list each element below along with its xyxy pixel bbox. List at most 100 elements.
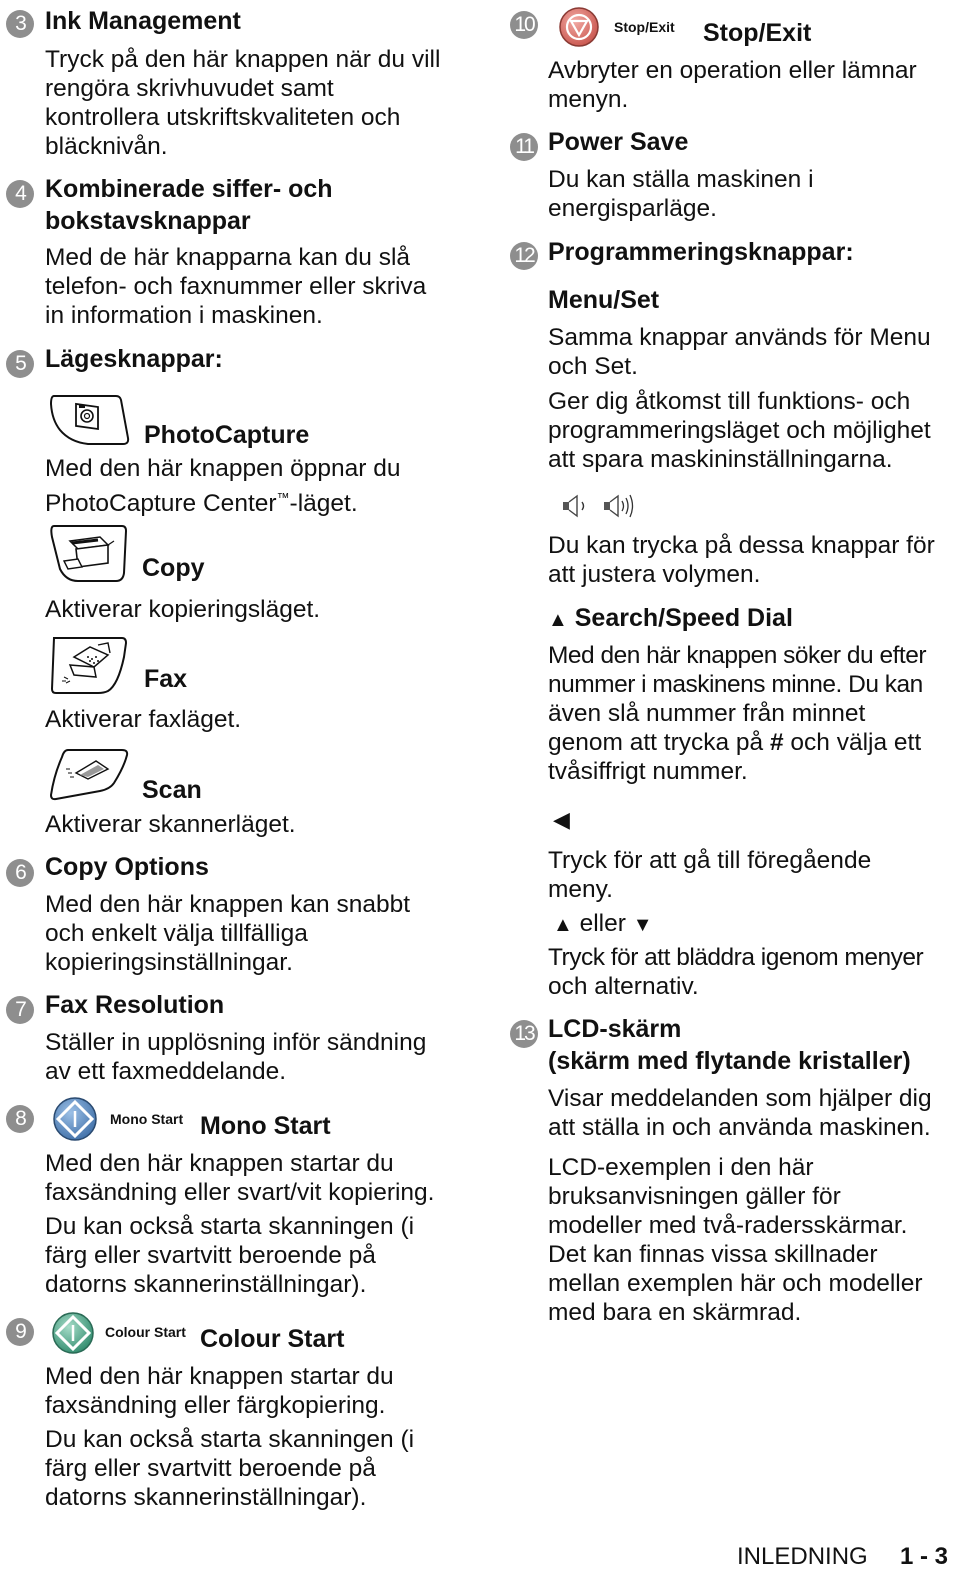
- heading-colour-start: Colour Start: [200, 1325, 345, 1353]
- down-arrow-icon: ▼: [632, 914, 653, 936]
- photocapture-line-2: PhotoCapture Center™-läget.: [45, 490, 358, 518]
- kombinerade-line-3: in information i maskinen.: [45, 302, 323, 329]
- mono-start-line-3: Du kan också starta skanningen (i: [45, 1213, 415, 1240]
- callout-number-10: 10: [510, 11, 538, 39]
- heading-kombinerade-line-2: bokstavsknappar: [45, 207, 251, 235]
- kombinerade-line-2: telefon- och faxnummer eller skriva: [45, 273, 427, 300]
- trademark-symbol: ™: [276, 490, 290, 505]
- scan-label: Scan: [142, 776, 202, 804]
- colour-start-line-2: faxsändning eller färgkopiering.: [45, 1392, 386, 1419]
- mono-start-key-icon: [53, 1097, 97, 1141]
- menu-set-line-3: Ger dig åtkomst till funktions- och: [548, 388, 911, 415]
- search-line-2: nummer i maskinens minne. Du kan: [548, 671, 923, 698]
- lcd-line-7: mellan exemplen här och modeller: [548, 1270, 923, 1297]
- ink-management-line-2: rengöra skrivhuvudet samt: [45, 75, 334, 102]
- heading-programmeringsknappar: Programmeringsknappar:: [548, 238, 854, 266]
- heading-lcd-line-1: LCD-skärm: [548, 1015, 682, 1043]
- photocapture-label: PhotoCapture: [144, 421, 310, 449]
- copy-options-line-3: kopieringsinställningar.: [45, 949, 293, 976]
- lcd-line-5: modeller med två-radersskärmar.: [548, 1212, 908, 1239]
- ink-management-line-1: Tryck på den här knappen när du vill: [45, 46, 441, 73]
- updown-line-2: och alternativ.: [548, 973, 699, 1000]
- copy-description: Aktiverar kopieringsläget.: [45, 596, 321, 623]
- callout-number-4: 4: [6, 180, 34, 208]
- power-save-line-1: Du kan ställa maskinen i: [548, 166, 814, 193]
- callout-number-12: 12: [510, 242, 538, 270]
- copy-label: Copy: [142, 554, 205, 582]
- volume-low-icon: [563, 494, 585, 518]
- scan-key-scanner-icon: [49, 749, 129, 801]
- up-arrow-icon: ▲: [553, 914, 573, 936]
- colour-start-key-label: Colour Start: [105, 1324, 186, 1340]
- fax-description: Aktiverar faxläget.: [45, 706, 242, 733]
- heading-fax-resolution: Fax Resolution: [45, 991, 225, 1019]
- up-or-down-label: ▲ eller ▼: [553, 910, 653, 937]
- stop-exit-line-1: Avbryter en operation eller lämnar: [548, 57, 917, 84]
- search-speed-dial-heading: ▲ Search/Speed Dial: [548, 604, 793, 632]
- menu-set-line-2: och Set.: [548, 353, 638, 380]
- up-arrow-icon: ▲: [548, 609, 568, 631]
- menu-set-label: Menu/Set: [548, 286, 660, 314]
- callout-number-6: 6: [6, 859, 34, 887]
- mono-start-line-2: faxsändning eller svart/vit kopiering.: [45, 1179, 435, 1206]
- fax-resolution-line-2: av ett faxmeddelande.: [45, 1058, 287, 1085]
- lcd-line-4: bruksanvisningen gäller för: [548, 1183, 841, 1210]
- lcd-line-2: att ställa in och använda maskinen.: [548, 1114, 931, 1141]
- fax-key-fax-machine-icon: [50, 637, 128, 694]
- mono-start-line-4: färg eller svartvitt beroende på: [45, 1242, 376, 1269]
- lcd-line-1: Visar meddelanden som hjälper dig: [548, 1085, 932, 1112]
- heading-kombinerade-line-1: Kombinerade siffer- och: [45, 175, 333, 203]
- search-line-3: även slå nummer från minnet: [548, 700, 866, 727]
- search-line-1: Med den här knappen söker du efter: [548, 642, 926, 669]
- heading-copy-options: Copy Options: [45, 853, 209, 881]
- stop-exit-key-label: Stop/Exit: [614, 19, 675, 35]
- left-arrow-icon: ◀: [553, 807, 570, 832]
- stop-exit-key-icon: [559, 7, 599, 47]
- menu-set-line-5: att spara maskininställningarna.: [548, 446, 893, 473]
- heading-lcd-line-2: (skärm med flytande kristaller): [548, 1047, 911, 1075]
- menu-set-line-1: Samma knappar används för Menu: [548, 324, 931, 351]
- kombinerade-line-1: Med de här knapparna kan du slå: [45, 244, 411, 271]
- callout-number-5: 5: [6, 350, 34, 378]
- callout-number-3: 3: [6, 10, 34, 38]
- heading-lagesknappar: Lägesknappar:: [45, 345, 223, 373]
- search-line-5: tvåsiffrigt nummer.: [548, 758, 748, 785]
- volume-line-1: Du kan trycka på dessa knappar för: [548, 532, 935, 559]
- colour-start-line-1: Med den här knappen startar du: [45, 1363, 394, 1390]
- callout-number-11: 11: [510, 133, 538, 161]
- heading-mono-start: Mono Start: [200, 1112, 331, 1140]
- heading-ink-management: Ink Management: [45, 7, 241, 35]
- colour-start-line-3: Du kan också starta skanningen (i: [45, 1426, 415, 1453]
- colour-start-key-icon: [52, 1312, 94, 1354]
- scan-description: Aktiverar skannerläget.: [45, 811, 296, 838]
- footer-section-title: INLEDNING: [737, 1543, 868, 1570]
- stop-exit-line-2: menyn.: [548, 86, 629, 113]
- photocapture-key-camera-icon: [49, 395, 130, 445]
- heading-power-save: Power Save: [548, 128, 689, 156]
- footer-page-number: 1 - 3: [900, 1543, 949, 1570]
- callout-number-8: 8: [6, 1105, 34, 1133]
- lcd-line-6: Det kan finnas vissa skillnader: [548, 1241, 878, 1268]
- ink-management-line-3: kontrollera utskriftskvaliteten och: [45, 104, 401, 131]
- ink-management-line-4: bläcknivån.: [45, 133, 168, 160]
- colour-start-line-4: färg eller svartvitt beroende på: [45, 1455, 376, 1482]
- copy-key-copier-icon: [50, 525, 128, 582]
- lcd-line-8: med bara en skärmrad.: [548, 1299, 802, 1326]
- lcd-line-3: LCD-exemplen i den här: [548, 1154, 814, 1181]
- copy-options-line-2: och enkelt välja tillfälliga: [45, 920, 308, 947]
- menu-set-line-4: programmeringsläget och möjlighet: [548, 417, 931, 444]
- copy-options-line-1: Med den här knappen kan snabbt: [45, 891, 411, 918]
- fax-label: Fax: [144, 665, 188, 693]
- callout-number-9: 9: [6, 1318, 34, 1346]
- heading-stop-exit: Stop/Exit: [703, 19, 812, 47]
- mono-start-line-5: datorns skannerinställningar).: [45, 1271, 367, 1298]
- colour-start-line-5: datorns skannerinställningar).: [45, 1484, 367, 1511]
- fax-resolution-line-1: Ställer in upplösning inför sändning: [45, 1029, 427, 1056]
- volume-line-2: att justera volymen.: [548, 561, 761, 588]
- mono-start-key-label: Mono Start: [110, 1111, 184, 1127]
- callout-number-7: 7: [6, 996, 34, 1024]
- mono-start-line-1: Med den här knappen startar du: [45, 1150, 394, 1177]
- updown-line-1: Tryck för att bläddra igenom menyer: [548, 944, 924, 971]
- callout-number-13: 13: [510, 1020, 538, 1048]
- back-line-1: Tryck för att gå till föregående: [548, 847, 872, 874]
